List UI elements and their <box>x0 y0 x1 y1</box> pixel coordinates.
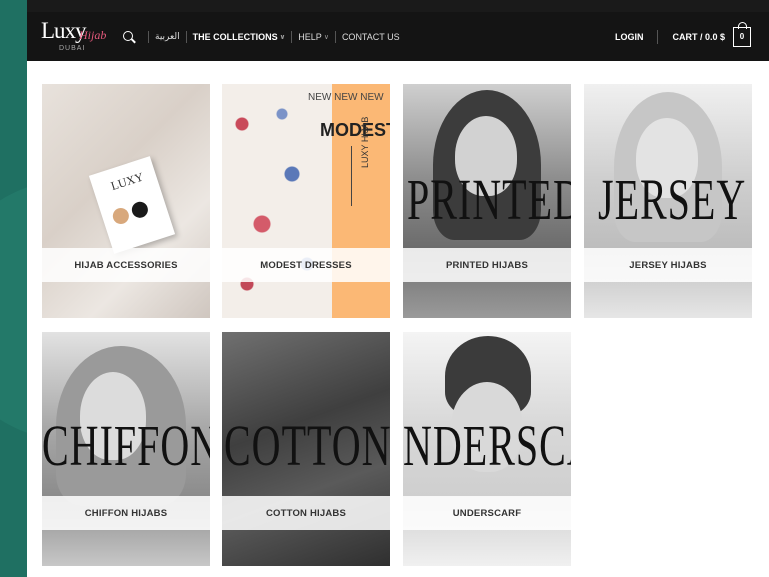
cart-link[interactable]: CART / 0.0 $ <box>672 32 725 42</box>
category-tile-jersey[interactable]: JERSEY JERSEY HIJABS <box>584 84 752 318</box>
cart-count: 0 <box>739 32 745 41</box>
nav-divider <box>148 30 149 43</box>
pin-image <box>129 199 150 220</box>
cart-bag-icon[interactable]: 0 <box>733 21 751 47</box>
chevron-down-icon: ∨ <box>279 33 286 41</box>
category-tile-underscarf[interactable]: NDERSCAR UNDERSCARF <box>403 332 571 566</box>
divider-line <box>351 146 352 206</box>
search-icon[interactable] <box>123 30 135 43</box>
nav-item-collections[interactable]: THE COLLECTIONS ∨ <box>193 32 286 42</box>
login-link[interactable]: LOGIN <box>615 32 644 42</box>
logo-script: Hijab <box>79 28 107 42</box>
overlay-title: CHIFFON <box>42 412 210 479</box>
category-label: COTTON HIJABS <box>222 496 390 530</box>
promo-text: NEW NEW NEW <box>308 92 384 103</box>
overlay-title: COTTON <box>224 412 390 479</box>
promo-brand: LUXY HIJAB <box>360 116 370 168</box>
chevron-down-icon: ∨ <box>323 33 329 41</box>
browser-page: Luxy Hijab DUBAI العربية THE COLLECTIONS… <box>27 0 769 577</box>
category-tile-cotton[interactable]: COTTON COTTON HIJABS <box>222 332 390 566</box>
logo-sub: DUBAI <box>59 45 86 52</box>
nav-item-help[interactable]: HELP ∨ <box>298 32 329 42</box>
category-label: CHIFFON HIJABS <box>42 496 210 530</box>
main-nav: العربية THE COLLECTIONS ∨ HELP ∨ CONTACT… <box>123 12 400 61</box>
account-nav: LOGIN CART / 0.0 $ 0 <box>615 12 769 61</box>
overlay-title: PRINTED <box>407 166 571 233</box>
category-label: UNDERSCARF <box>403 496 571 530</box>
category-tile-chiffon[interactable]: CHIFFON CHIFFON HIJABS <box>42 332 210 566</box>
product-card-image: LUXY <box>88 156 176 254</box>
nav-divider <box>291 30 293 43</box>
category-tile-printed[interactable]: PRINTED PRINTED HIJABS <box>403 84 571 318</box>
category-label: JERSEY HIJABS <box>584 248 752 282</box>
category-tile-accessories[interactable]: LUXY HIJAB ACCESSORIES <box>42 84 210 318</box>
nav-item-label: HELP <box>298 31 322 42</box>
overlay-title: JERSEY <box>598 166 747 233</box>
category-label: PRINTED HIJABS <box>403 248 571 282</box>
nav-item-label: THE COLLECTIONS <box>192 31 278 42</box>
site-header: Luxy Hijab DUBAI العربية THE COLLECTIONS… <box>27 12 769 61</box>
category-tile-dresses[interactable]: NEW NEW NEW MODEST LUXY HIJAB MODEST DRE… <box>222 84 390 318</box>
category-label: MODEST DRESSES <box>222 248 390 282</box>
site-logo[interactable]: Luxy Hijab DUBAI <box>41 18 107 56</box>
nav-item-contact[interactable]: CONTACT US <box>342 32 400 42</box>
category-label: HIJAB ACCESSORIES <box>42 248 210 282</box>
nav-divider <box>657 29 659 44</box>
promo-title: MODEST <box>320 120 390 140</box>
pin-image <box>110 205 131 227</box>
nav-divider <box>185 30 187 43</box>
top-strip <box>27 0 769 12</box>
language-link[interactable]: العربية <box>155 31 180 42</box>
overlay-title: NDERSCAR <box>403 412 571 479</box>
dress-image <box>222 84 332 318</box>
nav-divider <box>334 30 336 43</box>
card-brand-text: LUXY <box>109 169 146 194</box>
